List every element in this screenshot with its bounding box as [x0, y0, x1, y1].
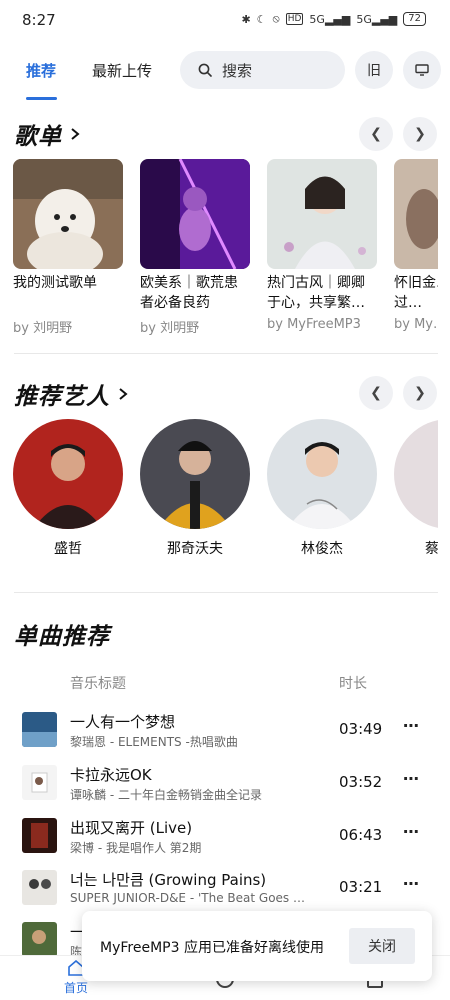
nav-home-label: 首页 [63, 981, 88, 995]
mute-icon: ⦸ [272, 12, 280, 25]
playlists-title: 歌单 [14, 124, 62, 150]
song-cover [22, 765, 57, 800]
playlist-cover [13, 159, 123, 269]
search-placeholder: 搜索 [222, 61, 253, 80]
playlist-name: 我的测试歌单 [13, 275, 97, 291]
search-input[interactable]: 搜索 [180, 51, 345, 89]
playlist-author: by 刘明野 [13, 321, 73, 336]
playlist-card[interactable]: 热门古风｜卿卿于心，共享繁… by MyFreeMP3 [267, 159, 377, 332]
column-header-title: 音乐标题 [70, 676, 126, 692]
chevron-left-icon: ❮ [370, 385, 382, 401]
song-row[interactable]: 出现又离开 (Live) 梁博 - 我是唱作人 第2期 06:43 ⋯ [0, 814, 450, 866]
artist-card[interactable]: 盛哲 [13, 419, 123, 558]
playlist-name: 欧美系｜歌荒患者必备良药 [140, 275, 238, 311]
artist-name: 蔡 [425, 541, 438, 557]
signal-icon: 5G▂▄▆ [309, 12, 351, 26]
song-cover [22, 870, 57, 905]
playlists-heading[interactable]: 歌单 [14, 117, 80, 151]
song-row[interactable]: 卡拉永远OK 谭咏麟 - 二十年白金畅销金曲全记录 03:52 ⋯ [0, 761, 450, 813]
column-header-duration: 时长 [339, 676, 367, 692]
chevron-right-icon [71, 128, 80, 140]
playlist-cover [394, 159, 438, 269]
moon-icon: ☾ [256, 12, 267, 26]
song-cover [22, 922, 57, 957]
monitor-icon [415, 64, 429, 76]
song-duration: 03:49 [339, 720, 383, 738]
artist-name: 盛哲 [54, 541, 82, 557]
song-cover [22, 818, 57, 853]
search-icon [198, 63, 212, 77]
classic-mode-label: 旧 [367, 63, 381, 79]
songs-heading: 单曲推荐 [14, 617, 110, 651]
chevron-right-icon: ❯ [414, 126, 426, 142]
tab-recommend[interactable]: 推荐 [26, 60, 56, 81]
more-options-icon[interactable]: ⋯ [403, 716, 419, 735]
artist-avatar [13, 419, 123, 529]
playlist-name: 热门古风｜卿卿于心，共享繁… [267, 275, 365, 311]
song-duration: 03:21 [339, 878, 383, 896]
tab-latest-upload[interactable]: 最新上传 [92, 60, 152, 81]
chevron-left-icon: ❮ [370, 126, 382, 142]
signal-icon-2: 5G▂▄▆ [356, 12, 398, 26]
classic-mode-button[interactable]: 旧 [355, 51, 393, 89]
artists-heading[interactable]: 推荐艺人 [14, 377, 128, 411]
song-artist-album: 梁博 - 我是唱作人 第2期 [70, 841, 202, 855]
more-options-icon[interactable]: ⋯ [403, 874, 419, 893]
song-cover [22, 712, 57, 747]
song-title: 卡拉永远OK [70, 766, 152, 784]
artist-avatar [140, 419, 250, 529]
artist-avatar [267, 419, 377, 529]
status-icons: ✱ ☾ ⦸ HD 5G▂▄▆ 5G▂▄▆ 72 [241, 12, 426, 26]
artist-name: 林俊杰 [301, 541, 343, 557]
active-tab-indicator [26, 97, 57, 100]
song-title: 出现又离开 (Live) [70, 819, 193, 837]
playlist-author: by My… [394, 317, 438, 332]
artist-avatar [394, 419, 438, 529]
artists-next-button[interactable]: ❯ [403, 376, 437, 410]
hd-badge: HD [285, 13, 304, 25]
song-row[interactable]: 一人有一个梦想 黎瑞恩 - ELEMENTS -热唱歌曲 03:49 ⋯ [0, 708, 450, 760]
playlist-card[interactable]: 怀旧金…｜时过… by My… [394, 159, 438, 332]
playlist-card[interactable]: 欧美系｜歌荒患者必备良药 by 刘明野 [140, 159, 250, 336]
playlists-next-button[interactable]: ❯ [403, 117, 437, 151]
offline-ready-toast: MyFreeMP3 应用已准备好离线使用 关闭 [82, 911, 432, 981]
song-artist-album: SUPER JUNIOR-D&E - 'The Beat Goes … [70, 891, 305, 905]
artist-card[interactable]: 那奇沃夫 [140, 419, 250, 558]
playlist-name: 怀旧金…｜时过… [394, 275, 438, 311]
song-artist-album: 黎瑞恩 - ELEMENTS -热唱歌曲 [70, 735, 238, 749]
toast-message: MyFreeMP3 应用已准备好离线使用 [100, 940, 324, 956]
battery-icon: 72 [403, 12, 426, 26]
divider [14, 592, 438, 593]
song-duration: 03:52 [339, 773, 383, 791]
playlists-prev-button[interactable]: ❮ [359, 117, 393, 151]
playlist-cover [140, 159, 250, 269]
status-time: 8:27 [22, 11, 56, 29]
artists-prev-button[interactable]: ❮ [359, 376, 393, 410]
songs-title: 单曲推荐 [14, 624, 110, 650]
more-options-icon[interactable]: ⋯ [403, 769, 419, 788]
chevron-right-icon [119, 388, 128, 400]
artist-name: 那奇沃夫 [167, 541, 223, 557]
divider [14, 353, 438, 354]
artist-card[interactable]: 蔡 [394, 419, 438, 558]
toast-close-button[interactable]: 关闭 [349, 928, 415, 964]
playlist-author: by MyFreeMP3 [267, 317, 361, 332]
song-title: 너는 나만큼 (Growing Pains) [70, 871, 267, 889]
playlist-cover [267, 159, 377, 269]
artist-card[interactable]: 林俊杰 [267, 419, 377, 558]
status-bar: 8:27 ✱ ☾ ⦸ HD 5G▂▄▆ 5G▂▄▆ 72 [0, 0, 450, 40]
playlist-card[interactable]: 我的测试歌单 by 刘明野 [13, 159, 123, 336]
desktop-button[interactable] [403, 51, 441, 89]
artists-title: 推荐艺人 [14, 384, 110, 410]
chevron-right-icon: ❯ [414, 385, 426, 401]
bluetooth-icon: ✱ [241, 12, 251, 26]
song-title: 一人有一个梦想 [70, 713, 176, 731]
song-duration: 06:43 [339, 826, 383, 844]
song-artist-album: 谭咏麟 - 二十年白金畅销金曲全记录 [70, 788, 262, 802]
playlist-author: by 刘明野 [140, 321, 200, 336]
more-options-icon[interactable]: ⋯ [403, 822, 419, 841]
